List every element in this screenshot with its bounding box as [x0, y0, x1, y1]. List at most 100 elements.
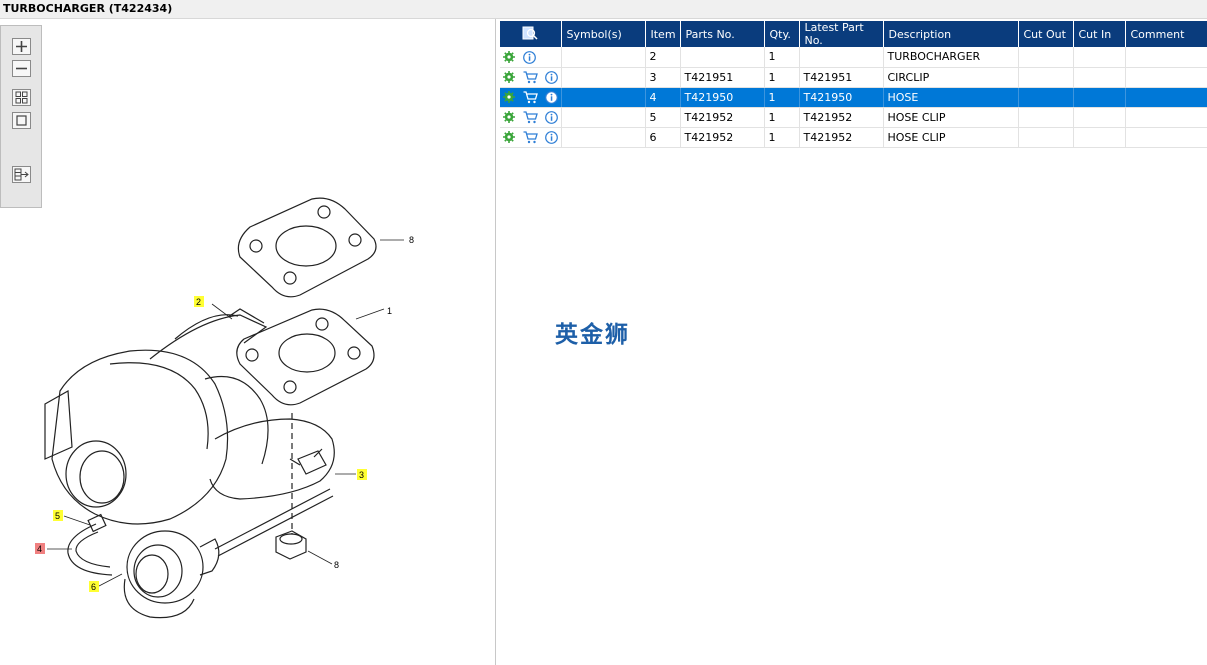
row-actions: [500, 67, 562, 88]
gear-icon[interactable]: [503, 51, 515, 63]
cell-item: 3: [645, 67, 681, 88]
cell-comment: [1125, 87, 1207, 108]
cell-parts-no: T421952: [680, 127, 765, 148]
callout-2[interactable]: 2: [196, 297, 201, 307]
cell-cut-in: [1073, 67, 1126, 88]
callout-1[interactable]: 1: [387, 306, 392, 316]
cell-symbols: [561, 67, 646, 88]
row-actions: [500, 47, 562, 68]
cell-cut-out: [1018, 127, 1074, 148]
info-icon[interactable]: [545, 70, 558, 84]
parts-list-pane: Symbol(s) Item Parts No. Qty. Latest Par…: [498, 19, 1207, 665]
gear-icon[interactable]: [503, 71, 515, 84]
cell-item: 4: [645, 87, 681, 108]
cart-icon[interactable]: [523, 91, 538, 104]
turbocharger-diagram: 8 1 2 3 5 4 6 8: [35, 197, 414, 619]
column-header-cut-out[interactable]: Cut Out: [1018, 21, 1074, 47]
cell-latest-part-no: T421952: [799, 107, 884, 128]
cell-cut-out: [1018, 67, 1074, 88]
table-header-row: Symbol(s) Item Parts No. Qty. Latest Par…: [500, 21, 1207, 47]
column-header-parts-no[interactable]: Parts No.: [680, 21, 765, 47]
cell-qty: 1: [764, 127, 800, 148]
row-actions: [500, 107, 562, 128]
column-header-item[interactable]: Item: [645, 21, 681, 47]
cell-item: 6: [645, 127, 681, 148]
row-actions: [500, 87, 562, 108]
callout-6[interactable]: 6: [91, 582, 96, 592]
cell-latest-part-no: T421952: [799, 127, 884, 148]
cell-cut-in: [1073, 127, 1126, 148]
info-icon[interactable]: [522, 50, 536, 64]
callout-7[interactable]: 8: [409, 235, 414, 245]
cell-cut-out: [1018, 107, 1074, 128]
cell-comment: [1125, 127, 1207, 148]
gear-icon[interactable]: [503, 131, 515, 144]
cell-parts-no: T421951: [680, 67, 765, 88]
row-actions: [500, 127, 562, 148]
callout-5[interactable]: 5: [55, 511, 60, 521]
cell-parts-no: [680, 47, 765, 68]
diagram-pane[interactable]: 8 1 2 3 5 4 6 8: [0, 19, 496, 665]
cell-qty: 1: [764, 87, 800, 108]
search-document-icon: [522, 26, 538, 40]
cell-symbols: [561, 127, 646, 148]
gasket-part-7: [237, 197, 377, 298]
cell-latest-part-no: T421950: [799, 87, 884, 108]
info-icon[interactable]: [545, 110, 558, 124]
cell-cut-out: [1018, 47, 1074, 68]
gear-icon[interactable]: [503, 91, 515, 104]
column-header-qty[interactable]: Qty.: [764, 21, 800, 47]
table-row-selected[interactable]: 4 T421950 1 T421950 HOSE: [500, 87, 1207, 108]
cell-symbols: [561, 87, 646, 108]
cell-parts-no: T421952: [680, 107, 765, 128]
nut-part-8: [275, 530, 307, 560]
cell-parts-no: T421950: [680, 87, 765, 108]
table-row[interactable]: 2 1 TURBOCHARGER: [500, 47, 1207, 68]
cell-description: HOSE CLIP: [883, 107, 1019, 128]
cell-qty: 1: [764, 67, 800, 88]
cell-symbols: [561, 107, 646, 128]
cell-description: TURBOCHARGER: [883, 47, 1019, 68]
cell-qty: 1: [764, 47, 800, 68]
column-header-comment[interactable]: Comment: [1125, 21, 1207, 47]
cell-item: 2: [645, 47, 681, 68]
callout-3[interactable]: 3: [359, 470, 364, 480]
cell-latest-part-no: [799, 47, 884, 68]
parts-table: Symbol(s) Item Parts No. Qty. Latest Par…: [500, 21, 1207, 148]
cell-cut-in: [1073, 107, 1126, 128]
table-row[interactable]: 6 T421952 1 T421952 HOSE CLIP: [500, 127, 1207, 148]
cell-cut-in: [1073, 47, 1126, 68]
cell-symbols: [561, 47, 646, 68]
compressor-housing: [51, 349, 229, 525]
cell-description: CIRCLIP: [883, 67, 1019, 88]
column-header-symbols[interactable]: Symbol(s): [561, 21, 646, 47]
cell-cut-in: [1073, 87, 1126, 108]
watermark-logo: 英金狮: [555, 322, 630, 348]
hose-part-4: [75, 531, 111, 568]
table-row[interactable]: 5 T421952 1 T421952 HOSE CLIP: [500, 107, 1207, 128]
column-header-cut-in[interactable]: Cut In: [1073, 21, 1126, 47]
cell-qty: 1: [764, 107, 800, 128]
circlip-part-3: [297, 450, 327, 475]
info-icon[interactable]: [545, 90, 558, 104]
cart-icon[interactable]: [523, 131, 538, 144]
callout-4[interactable]: 4: [37, 544, 42, 554]
gear-icon[interactable]: [503, 111, 515, 124]
cell-cut-out: [1018, 87, 1074, 108]
callout-8[interactable]: 8: [334, 560, 339, 570]
column-header-latest-part-no[interactable]: Latest Part No.: [799, 21, 884, 47]
cell-description: HOSE: [883, 87, 1019, 108]
cell-comment: [1125, 47, 1207, 68]
cart-icon[interactable]: [523, 71, 538, 84]
cell-item: 5: [645, 107, 681, 128]
cart-icon[interactable]: [523, 111, 538, 124]
window-title: TURBOCHARGER (T422434): [0, 0, 1207, 19]
cell-comment: [1125, 107, 1207, 128]
column-header-tools[interactable]: [500, 21, 562, 47]
cell-latest-part-no: T421951: [799, 67, 884, 88]
column-header-description[interactable]: Description: [883, 21, 1019, 47]
cell-comment: [1125, 67, 1207, 88]
cell-description: HOSE CLIP: [883, 127, 1019, 148]
table-row[interactable]: 3 T421951 1 T421951 CIRCLIP: [500, 67, 1207, 88]
info-icon[interactable]: [545, 130, 558, 144]
